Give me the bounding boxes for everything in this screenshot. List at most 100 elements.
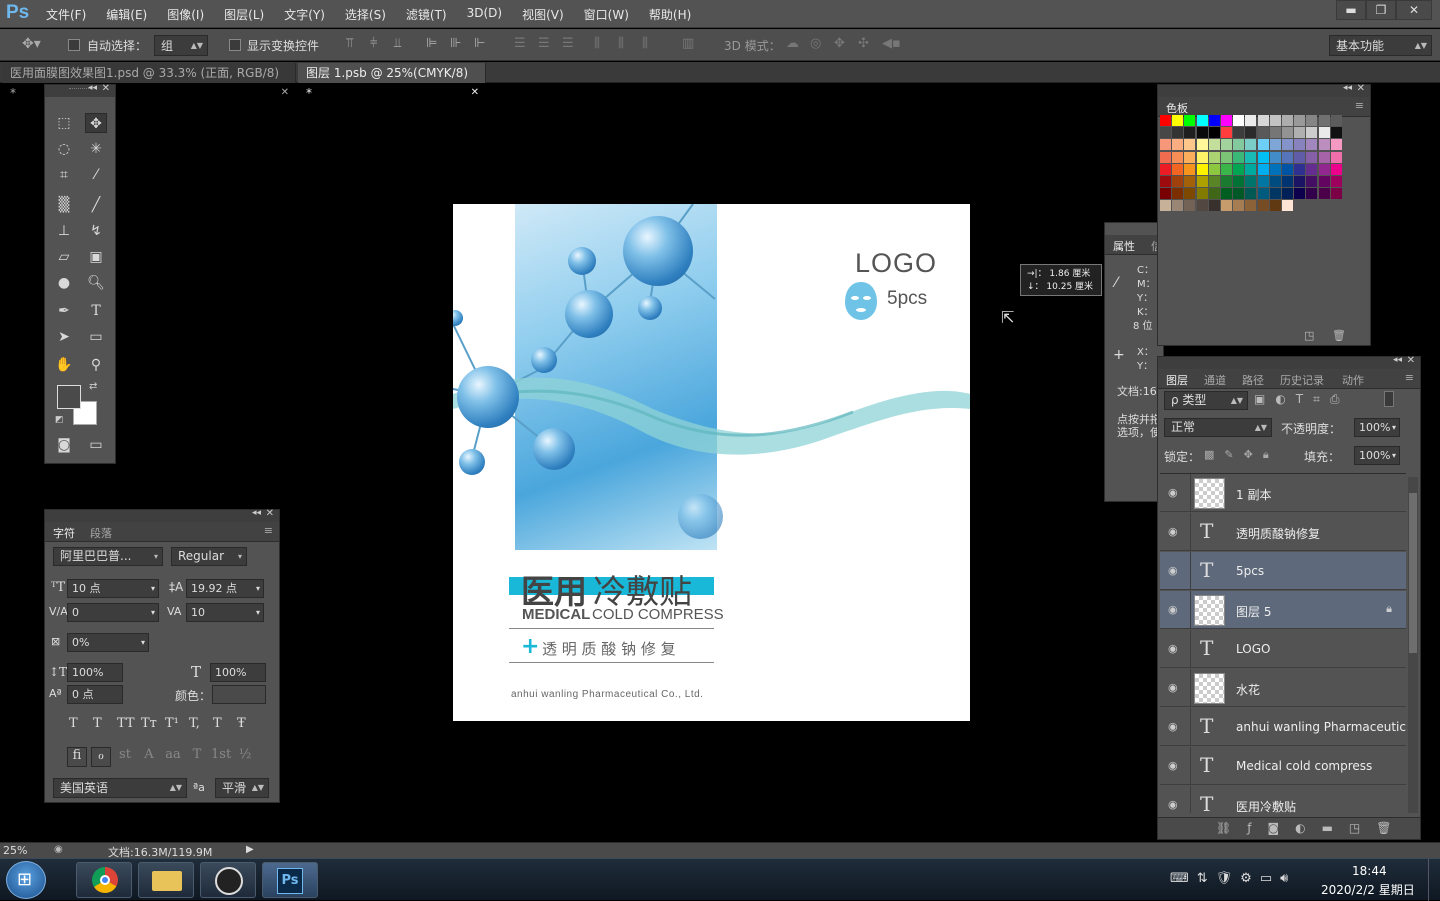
close-icon[interactable]: ✕ [281,83,289,103]
color-swatch[interactable] [1269,127,1281,139]
text-style-button[interactable]: Ŧ [237,716,246,731]
pen-tool-icon[interactable]: ✒ [53,301,75,321]
move-tool-icon[interactable]: ✥ [85,113,107,133]
tab-layers[interactable]: 图层 [1166,372,1188,388]
history-brush-icon[interactable]: ↯ [85,221,107,241]
distribute-top-icon[interactable]: ☰ [514,36,526,51]
color-swatch[interactable] [1318,139,1330,151]
color-swatch[interactable] [1233,163,1245,175]
menu-item[interactable]: 滤镜(T) [406,6,447,23]
panel-menu-icon[interactable]: ≡ [1355,99,1364,112]
menu-item[interactable]: 编辑(E) [106,6,147,23]
color-swatch[interactable] [1306,163,1318,175]
visibility-eye-icon[interactable]: ◉ [1168,720,1178,733]
zoom-tool-icon[interactable]: ⚲ [85,355,107,375]
color-swatch[interactable] [1282,188,1293,200]
auto-align-icon[interactable]: ▥ [682,36,694,51]
color-swatch[interactable] [1294,188,1306,200]
color-swatch[interactable] [1233,115,1245,126]
tab-paragraph[interactable]: 段落 [90,525,112,541]
layer-row[interactable]: ◉ 图层 5 🔒︎ [1160,591,1406,629]
visibility-eye-icon[interactable]: ◉ [1168,681,1178,694]
healing-brush-icon[interactable]: ▒ [53,195,75,215]
layer-row[interactable]: ◉ T LOGO [1160,630,1406,668]
tab-character[interactable]: 字符 [53,525,75,541]
default-colors-icon[interactable]: ◩ [55,415,64,425]
color-swatch[interactable] [1184,115,1196,126]
color-swatch[interactable] [1160,200,1171,212]
auto-select-dropdown[interactable]: 组 ▲▼ [154,35,208,56]
tab-actions[interactable]: 动作 [1342,372,1364,388]
visibility-eye-icon[interactable]: ◉ [1168,759,1178,772]
system-tray-icons[interactable]: ⌨⇅🛡⚙▭🔊︎ [1170,871,1296,886]
tab-history[interactable]: 历史记录 [1280,372,1324,388]
color-swatch[interactable] [1282,115,1293,126]
color-swatch[interactable] [1196,139,1208,151]
color-swatch[interactable] [1306,188,1318,200]
color-swatch[interactable] [1257,188,1269,200]
color-swatch[interactable] [1269,188,1281,200]
zoom-level[interactable]: 25% [3,844,27,857]
layer-filter-dropdown[interactable]: ρ 类型 ▲▼ [1164,391,1248,410]
color-swatch[interactable] [1318,151,1330,163]
color-swatch[interactable] [1196,163,1208,175]
align-vcenter-icon[interactable]: ⫩ [370,36,377,51]
color-swatch[interactable] [1294,176,1306,187]
photoshop-taskbar-button[interactable]: Ps [262,862,318,898]
color-swatch[interactable] [1282,127,1293,139]
lasso-tool-icon[interactable]: ◌ [53,139,75,159]
color-swatch[interactable] [1172,188,1184,200]
color-swatch[interactable] [1184,127,1196,139]
color-swatch[interactable] [1160,139,1171,151]
color-swatch[interactable] [1257,200,1269,212]
align-right-icon[interactable]: ⊩ [474,36,485,51]
color-swatch[interactable] [1245,139,1257,151]
align-left-icon[interactable]: ⊫ [426,36,437,51]
hand-tool-icon[interactable]: ✋ [53,355,75,375]
color-swatch[interactable] [1330,127,1342,139]
menu-item[interactable]: 文件(F) [46,6,86,23]
3d-orbit-icon[interactable]: ☁ [786,36,799,51]
color-swatch[interactable] [1172,163,1184,175]
brush-tool-icon[interactable]: ╱ [85,195,107,215]
start-button[interactable]: ⊞ [6,861,46,899]
baseline-shift-field[interactable]: 0 点 [67,685,123,704]
color-swatch[interactable] [1294,127,1306,139]
opentype-button[interactable]: T [187,747,207,767]
3d-scale-icon[interactable]: ◀▪ [882,36,901,51]
color-swatch[interactable] [1184,176,1196,187]
font-style-dropdown[interactable]: Regular ▾ [171,547,247,566]
opentype-button[interactable]: ½ [235,747,255,767]
color-swatch[interactable] [1269,151,1281,163]
eraser-icon[interactable]: ▱ [53,247,75,267]
color-swatch[interactable] [1184,188,1196,200]
color-swatch[interactable] [1257,163,1269,175]
color-swatch[interactable] [1221,127,1232,139]
blend-mode-dropdown[interactable]: 正常 ▲▼ [1164,418,1272,437]
tab-paths[interactable]: 路径 [1242,372,1264,388]
color-swatch[interactable] [1269,176,1281,187]
color-swatch[interactable] [1257,139,1269,151]
color-swatch[interactable] [1257,127,1269,139]
clone-stamp-icon[interactable]: ⊥ [53,221,75,241]
menu-item[interactable]: 窗口(W) [584,6,629,23]
color-swatch[interactable] [1233,176,1245,187]
color-swatch[interactable] [1245,127,1257,139]
text-style-button[interactable]: T [213,716,222,731]
3d-roll-icon[interactable]: ◎ [810,36,821,51]
visibility-eye-icon[interactable]: ◉ [1168,603,1178,616]
leading-field[interactable]: 19.92 点 ▾ [186,579,264,598]
color-swatch[interactable] [1160,188,1171,200]
text-style-button[interactable]: T [69,716,78,731]
text-style-button[interactable]: T, [189,716,200,731]
color-swatch[interactable] [1282,163,1293,175]
maximize-button[interactable]: ❐ [1366,0,1396,20]
color-swatch[interactable] [1330,151,1342,163]
color-swatch[interactable] [1221,163,1232,175]
color-swatch[interactable] [1330,188,1342,200]
color-swatch[interactable] [1233,151,1245,163]
path-select-icon[interactable]: ➤ [53,327,75,347]
show-desktop-button[interactable] [1428,859,1440,901]
tab-swatches[interactable]: 色板 [1166,100,1188,116]
menu-item[interactable]: 帮助(H) [649,6,691,23]
